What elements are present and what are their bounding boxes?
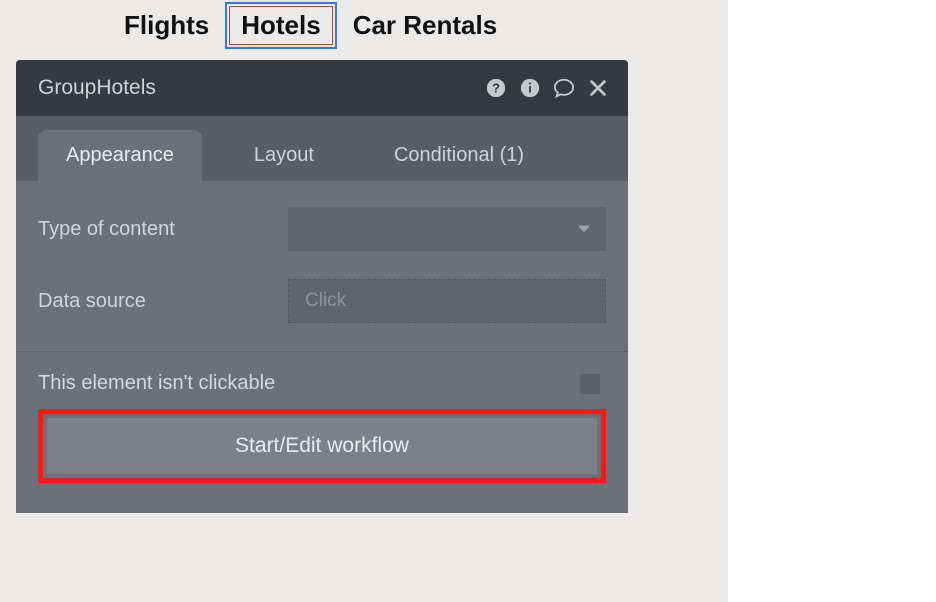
field-type-of-content: Type of content	[38, 207, 606, 251]
data-source-label: Data source	[38, 290, 288, 313]
inspector-tab-conditional[interactable]: Conditional (1)	[366, 130, 552, 181]
inspector-tab-appearance[interactable]: Appearance	[38, 130, 202, 181]
page-tabs: Flights Hotels Car Rentals	[108, 2, 513, 49]
tab-flights[interactable]: Flights	[108, 2, 225, 49]
workflow-highlight: Start/Edit workflow	[38, 409, 606, 483]
field-data-source: Data source Click	[38, 279, 606, 323]
close-icon[interactable]	[586, 76, 610, 100]
inspector-tabs: Appearance Layout Conditional (1)	[16, 116, 628, 181]
data-source-input[interactable]: Click	[288, 279, 606, 323]
divider	[16, 351, 628, 352]
comment-icon[interactable]	[552, 76, 576, 100]
inspector-panel: GroupHotels ? Appearance Layout Conditio…	[16, 60, 628, 513]
tab-car-rentals[interactable]: Car Rentals	[337, 2, 514, 49]
type-of-content-dropdown[interactable]	[288, 207, 606, 251]
tab-hotels[interactable]: Hotels	[225, 2, 336, 49]
inspector-tab-layout[interactable]: Layout	[226, 130, 342, 181]
clickable-checkbox-row[interactable]: This element isn't clickable	[38, 372, 606, 395]
data-source-placeholder: Click	[305, 290, 346, 312]
info-icon[interactable]	[518, 76, 542, 100]
start-edit-workflow-button[interactable]: Start/Edit workflow	[47, 418, 597, 474]
chevron-down-icon	[578, 226, 590, 233]
inspector-header: GroupHotels ?	[16, 60, 628, 116]
inspector-body: Type of content Data source Click This e…	[16, 181, 628, 513]
clickable-checkbox[interactable]	[580, 374, 600, 394]
help-icon[interactable]: ?	[484, 76, 508, 100]
type-of-content-label: Type of content	[38, 218, 288, 241]
inspector-title: GroupHotels	[38, 76, 484, 100]
inspector-header-icons: ?	[484, 76, 610, 100]
svg-text:?: ?	[492, 81, 500, 96]
clickable-checkbox-label: This element isn't clickable	[38, 372, 275, 395]
